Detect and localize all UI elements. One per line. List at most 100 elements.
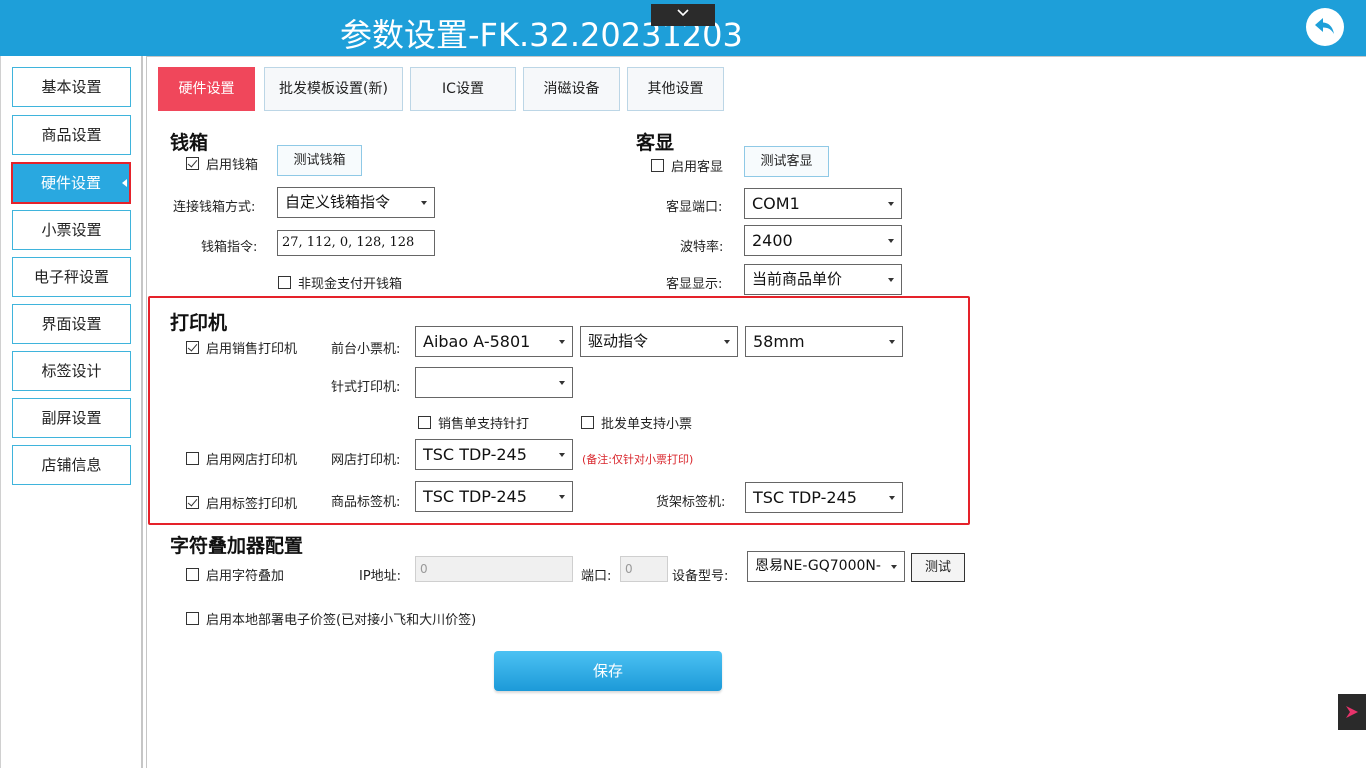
cashbox-method-select[interactable]: 自定义钱箱指令 (277, 187, 435, 218)
sidebar-item-hardware[interactable]: 硬件设置 (11, 162, 131, 204)
sidebar-item-basic[interactable]: 基本设置 (12, 67, 131, 107)
caret-down-icon (889, 495, 895, 500)
overlay-title: 字符叠加器配置 (170, 535, 304, 557)
sidebar-item-scale[interactable]: 电子秤设置 (12, 257, 131, 297)
dot-printer-label: 针式打印机: (331, 380, 401, 395)
sidebar-item-label: 硬件设置 (40, 174, 101, 192)
select-value: TSC TDP-245 (423, 487, 527, 506)
select-value: TSC TDP-245 (423, 445, 527, 464)
sidebar-item-second-screen[interactable]: 副屏设置 (12, 398, 131, 438)
shelf-label-printer-label: 货架标签机: (656, 495, 726, 510)
overlay-test-button[interactable]: 测试 (911, 553, 965, 582)
wholesale-receipt-label: 批发单支持小票 (601, 417, 693, 432)
local-esl-label: 启用本地部署电子价签(已对接小飞和大川价签) (206, 613, 477, 628)
tab-other[interactable]: 其他设置 (627, 67, 724, 111)
shelf-label-printer-select[interactable]: TSC TDP-245 (745, 482, 903, 513)
checkbox-box[interactable] (278, 276, 291, 289)
checkbox-box[interactable] (186, 612, 199, 625)
customer-display-enable-checkbox[interactable]: 启用客显 (651, 156, 723, 175)
ip-address-input[interactable]: 0 (415, 556, 573, 582)
collapse-toggle[interactable] (651, 4, 715, 26)
sales-printer-enable-checkbox[interactable]: 启用销售打印机 (186, 338, 297, 357)
checkbox-box[interactable] (186, 157, 199, 170)
printer-driver-select[interactable]: 驱动指令 (580, 326, 738, 357)
caret-down-icon (891, 564, 897, 569)
checkbox-box[interactable] (581, 416, 594, 429)
receipt-printer-label: 前台小票机: (331, 342, 401, 357)
caret-down-icon (889, 339, 895, 344)
sidebar-item-label-design[interactable]: 标签设计 (12, 351, 131, 391)
sidebar-item-label: 商品设置 (41, 126, 102, 144)
checkbox-box[interactable] (186, 568, 199, 581)
sidebar-item-label: 小票设置 (41, 221, 102, 239)
checkbox-box[interactable] (186, 341, 199, 354)
customer-show-label: 客显显示: (666, 277, 723, 292)
back-button[interactable] (1306, 8, 1344, 46)
dot-printer-select[interactable] (415, 367, 573, 398)
cashbox-enable-checkbox[interactable]: 启用钱箱 (186, 154, 258, 173)
sidebar-item-goods[interactable]: 商品设置 (12, 115, 131, 155)
local-esl-checkbox[interactable]: 启用本地部署电子价签(已对接小飞和大川价签) (186, 609, 476, 628)
device-model-select[interactable]: 恩易NE-GQ7000N- (747, 551, 905, 582)
caret-down-icon (724, 339, 730, 344)
printer-title: 打印机 (170, 312, 228, 334)
overlay-enable-checkbox[interactable]: 启用字符叠加 (186, 565, 284, 584)
label-printer-enable-label: 启用标签打印机 (206, 497, 298, 512)
sidebar-item-label: 店铺信息 (41, 456, 102, 474)
select-value: COM1 (752, 194, 800, 213)
chevron-down-icon (677, 9, 689, 17)
active-indicator-icon (122, 179, 127, 187)
test-customer-display-button[interactable]: 测试客显 (744, 146, 829, 177)
back-arrow-icon (1315, 18, 1334, 34)
tab-ic[interactable]: IC设置 (410, 67, 516, 111)
overlay-enable-label: 启用字符叠加 (206, 569, 285, 584)
overlay-port-input[interactable]: 0 (620, 556, 668, 582)
baud-rate-label: 波特率: (680, 240, 724, 255)
test-cashbox-button[interactable]: 测试钱箱 (277, 145, 362, 176)
paper-width-select[interactable]: 58mm (745, 326, 903, 357)
caret-down-icon (559, 339, 565, 344)
tab-demagnetizer[interactable]: 消磁设备 (523, 67, 620, 111)
select-value: 当前商品单价 (752, 270, 843, 288)
tab-hardware[interactable]: 硬件设置 (158, 67, 255, 111)
cashbox-command-input[interactable]: 27, 112, 0, 128, 128 (277, 230, 435, 256)
receipt-printer-select[interactable]: Aibao A-5801 (415, 326, 573, 357)
cashbox-title: 钱箱 (170, 132, 209, 154)
goods-label-printer-select[interactable]: TSC TDP-245 (415, 481, 573, 512)
select-value: 自定义钱箱指令 (285, 193, 391, 211)
checkbox-box[interactable] (186, 452, 199, 465)
tray-app[interactable] (1338, 694, 1366, 730)
online-printer-enable-checkbox[interactable]: 启用网店打印机 (186, 449, 297, 468)
customer-display-enable-label: 启用客显 (671, 160, 724, 175)
sidebar-item-label: 基本设置 (41, 78, 102, 96)
cashbox-command-label: 钱箱指令: (201, 240, 258, 255)
label-printer-enable-checkbox[interactable]: 启用标签打印机 (186, 493, 297, 512)
select-value: 2400 (752, 231, 793, 250)
noncash-open-checkbox[interactable]: 非现金支付开钱箱 (278, 273, 402, 292)
customer-port-select[interactable]: COM1 (744, 188, 902, 219)
select-value: 驱动指令 (588, 332, 649, 350)
wholesale-receipt-checkbox[interactable]: 批发单支持小票 (581, 413, 692, 432)
save-button[interactable]: 保存 (494, 651, 722, 691)
customer-display-title: 客显 (636, 132, 675, 154)
checkbox-box[interactable] (418, 416, 431, 429)
select-value: 恩易NE-GQ7000N- (755, 558, 881, 574)
sidebar-item-store-info[interactable]: 店铺信息 (12, 445, 131, 485)
sales-dot-print-checkbox[interactable]: 销售单支持针打 (418, 413, 529, 432)
checkbox-box[interactable] (651, 159, 664, 172)
checkbox-box[interactable] (186, 496, 199, 509)
online-printer-select[interactable]: TSC TDP-245 (415, 439, 573, 470)
caret-down-icon (421, 200, 427, 205)
customer-show-select[interactable]: 当前商品单价 (744, 264, 902, 295)
sidebar-item-receipt[interactable]: 小票设置 (12, 210, 131, 250)
sidebar-item-interface[interactable]: 界面设置 (12, 304, 131, 344)
sidebar-item-label: 标签设计 (41, 362, 102, 380)
sidebar-item-label: 电子秤设置 (33, 268, 109, 286)
overlay-port-label: 端口: (581, 569, 612, 584)
caret-down-icon (559, 452, 565, 457)
tab-wholesale-template[interactable]: 批发模板设置(新) (264, 67, 403, 111)
caret-down-icon (888, 238, 894, 243)
customer-port-label: 客显端口: (666, 200, 723, 215)
baud-rate-select[interactable]: 2400 (744, 225, 902, 256)
online-printer-label: 网店打印机: (331, 453, 401, 468)
